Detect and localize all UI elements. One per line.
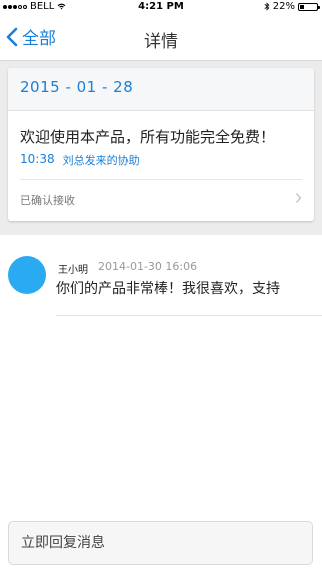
card-message: 欢迎使用本产品，所有功能完全免费！ — [20, 128, 276, 146]
card-date-bar: 2015 - 01 - 28 — [8, 68, 314, 111]
battery-percent: 22% — [272, 1, 295, 12]
reply-divider — [56, 315, 322, 316]
status-bar: BELL 4:21 PM 22% — [0, 0, 322, 14]
card-divider — [20, 179, 302, 180]
avatar[interactable] — [8, 256, 46, 294]
card-date: 2015 - 01 - 28 — [20, 78, 134, 96]
battery-fill — [300, 4, 304, 9]
reply-author: 王小明 — [58, 265, 88, 276]
battery-icon — [298, 2, 320, 11]
card-meta: 10:38 刘总发来的协助 — [20, 152, 140, 168]
message-card: 2015 - 01 - 28 欢迎使用本产品，所有功能完全免费！ 10:38 刘… — [8, 68, 314, 221]
status-right: 22% — [264, 1, 320, 12]
card-status[interactable]: 已确认接收 — [20, 192, 75, 208]
list-item: 王小明 2014-01-30 16:06 你们的产品非常棒！我很喜欢，支持 — [0, 256, 322, 316]
reply-input[interactable] — [8, 521, 313, 565]
reply-text: 你们的产品非常棒！我很喜欢，支持 — [56, 281, 280, 297]
page-title: 详情 — [144, 32, 178, 52]
card-time: 10:38 — [20, 152, 55, 166]
reply-timestamp: 2014-01-30 16:06 — [98, 260, 198, 273]
message-section: 2015 - 01 - 28 欢迎使用本产品，所有功能完全免费！ 10:38 刘… — [0, 61, 322, 235]
nav-bar: 全部 详情 — [0, 14, 322, 61]
battery-nub — [318, 5, 320, 9]
chevron-right-icon[interactable] — [295, 192, 302, 204]
bluetooth-icon — [264, 2, 270, 11]
card-assist-label: 刘总发来的协助 — [62, 154, 140, 167]
